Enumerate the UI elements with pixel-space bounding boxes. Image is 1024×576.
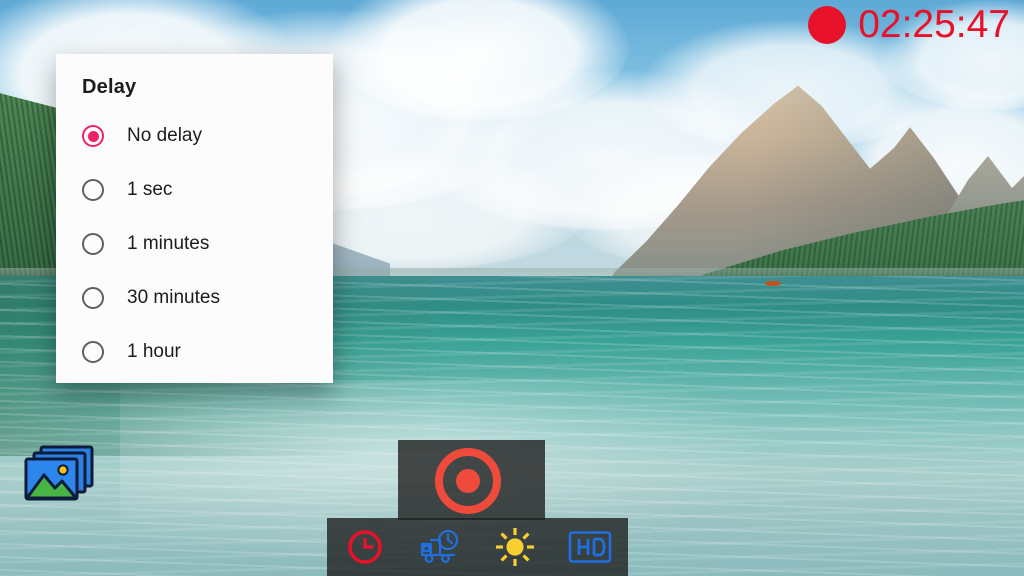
timelapse-truck-clock-icon	[420, 529, 458, 563]
gallery-button[interactable]	[22, 445, 96, 505]
record-dot-icon	[808, 6, 847, 44]
delay-option-no-delay[interactable]: No delay	[56, 109, 333, 163]
recording-elapsed-time: 02:25:47	[858, 3, 1010, 46]
delay-option-label: 1 sec	[127, 179, 173, 200]
delay-tool-button[interactable]	[327, 518, 402, 576]
hd-quality-tool-button[interactable]	[553, 518, 628, 576]
brightness-tool-button[interactable]	[478, 518, 553, 576]
delay-dialog: Delay No delay 1 sec 1 minutes 30 minute…	[56, 54, 333, 383]
recording-indicator: 02:25:47	[808, 4, 1010, 46]
delay-option-label: 1 minutes	[127, 233, 210, 254]
delay-option-label: 1 hour	[127, 341, 181, 362]
camera-app-screen: 02:25:47 Delay No delay 1 sec 1 minutes …	[0, 0, 1024, 576]
delay-option-label: 30 minutes	[127, 287, 220, 308]
radio-button-icon[interactable]	[82, 287, 104, 309]
delay-options-list: No delay 1 sec 1 minutes 30 minutes 1 ho…	[56, 99, 333, 379]
delay-option-30-minutes[interactable]: 30 minutes	[56, 271, 333, 325]
radio-button-icon[interactable]	[82, 341, 104, 363]
gallery-photos-icon	[24, 445, 94, 501]
radio-button-icon[interactable]	[82, 179, 104, 201]
clock-icon	[347, 530, 382, 564]
camera-tools-panel	[327, 518, 628, 576]
scene-boat	[765, 281, 781, 286]
radio-button-icon[interactable]	[82, 125, 104, 147]
delay-option-1-sec[interactable]: 1 sec	[56, 163, 333, 217]
delay-option-1-hour[interactable]: 1 hour	[56, 325, 333, 379]
dialog-title: Delay	[82, 76, 137, 98]
delay-option-1-minutes[interactable]: 1 minutes	[56, 217, 333, 271]
sun-brightness-icon	[496, 528, 535, 566]
time-lapse-tool-button[interactable]	[402, 518, 477, 576]
record-button[interactable]	[435, 448, 501, 514]
delay-option-label: No delay	[127, 125, 202, 146]
radio-button-icon[interactable]	[82, 233, 104, 255]
hd-quality-icon	[569, 531, 612, 563]
